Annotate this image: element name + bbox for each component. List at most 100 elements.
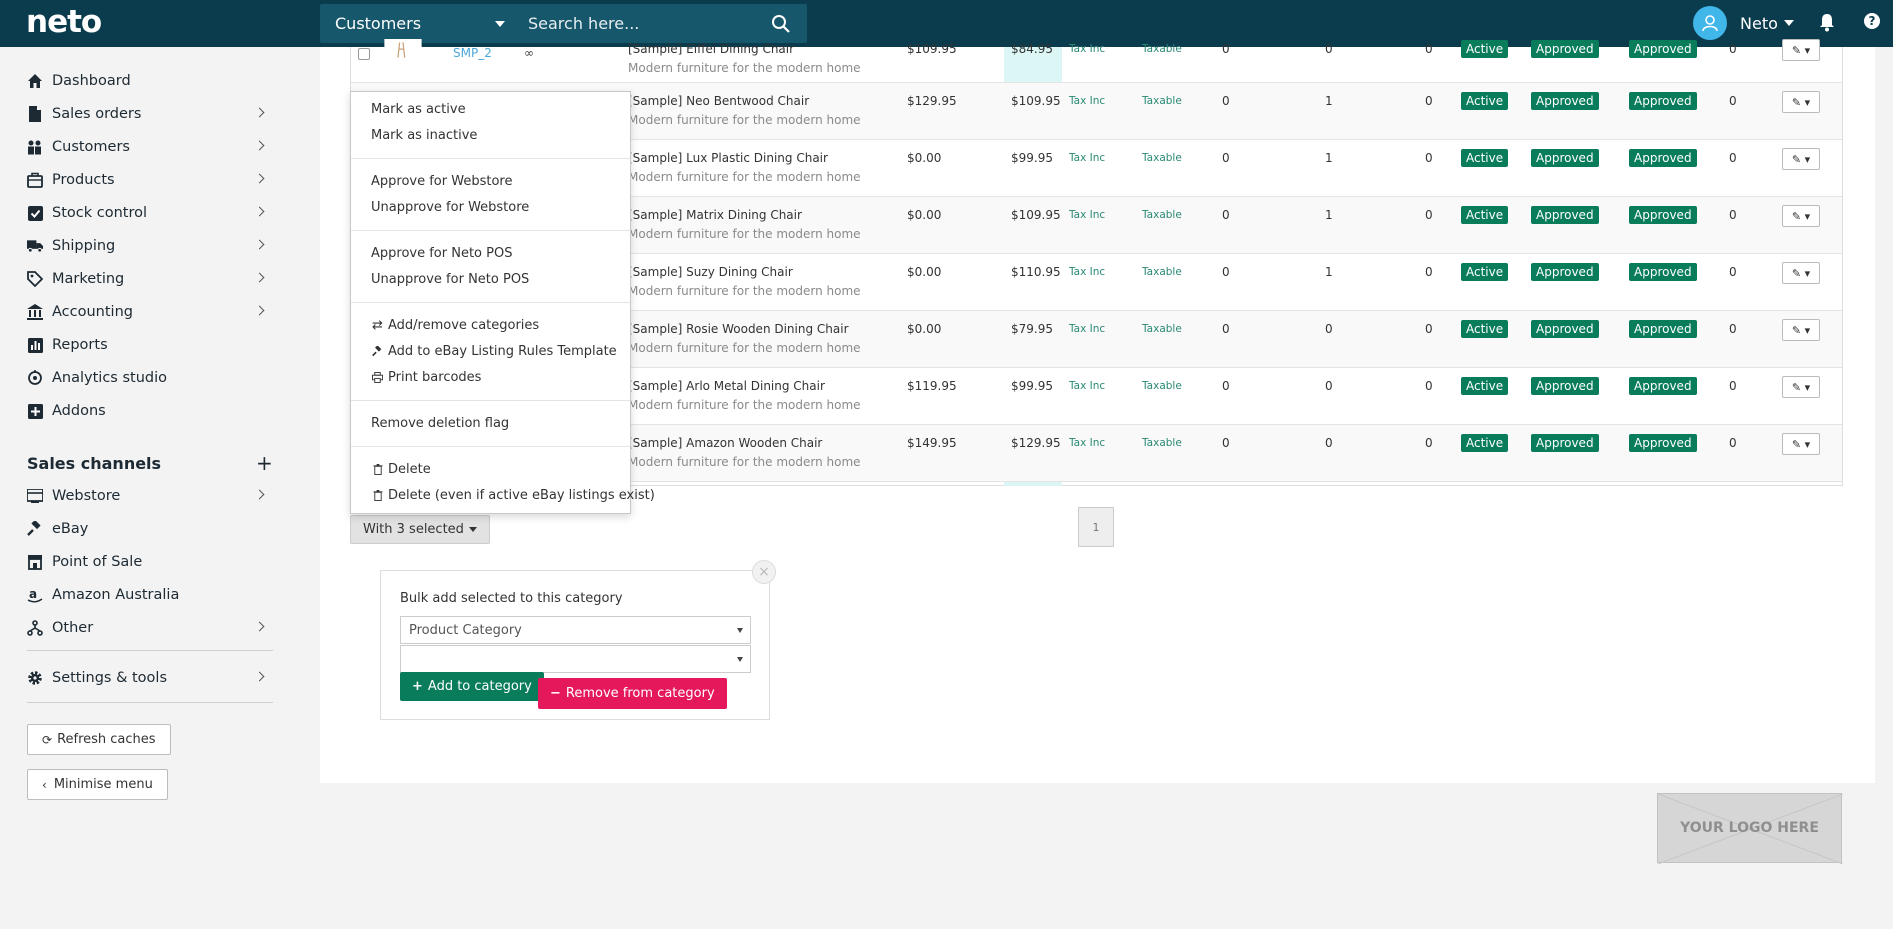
sidebar-item-stock-control[interactable]: Stock control (27, 201, 273, 225)
chevron-right-icon (254, 107, 265, 118)
sidebar-item-products[interactable]: Products (27, 168, 273, 192)
sidebar-item-ebay[interactable]: eBay (27, 517, 273, 541)
edit-button[interactable]: ✎ ▾ (1782, 376, 1820, 398)
search-icon[interactable] (771, 14, 791, 34)
edit-button[interactable]: ✎ ▾ (1782, 148, 1820, 170)
approved-badge: Approved (1629, 377, 1697, 395)
status-badge: Active (1461, 377, 1509, 395)
qty-4: 0 (1729, 151, 1737, 165)
minimise-menu-button[interactable]: ‹ Minimise menu (27, 769, 168, 800)
refresh-caches-button[interactable]: ⟳ Refresh caches (27, 724, 171, 755)
bell-icon[interactable] (1818, 13, 1836, 32)
avatar[interactable] (1693, 6, 1727, 40)
sidebar-item-marketing[interactable]: Marketing (27, 267, 273, 291)
menu-item-unapprove-pos[interactable]: Unapprove for Neto POS (371, 272, 529, 287)
search-type-select[interactable]: Customers (320, 4, 515, 43)
menu-item-delete[interactable]: Delete (371, 462, 431, 477)
menu-item-remove-deletion-flag[interactable]: Remove deletion flag (371, 416, 509, 431)
edit-icon: ✎ ▾ (1791, 266, 1811, 280)
qty-3: 0 (1425, 379, 1433, 393)
qty-2: 0 (1325, 42, 1333, 56)
product-thumbnail[interactable] (381, 39, 425, 61)
status-badge: Active (1461, 206, 1509, 224)
price: $109.95 (1011, 94, 1061, 108)
sidebar-item-label: Marketing (52, 271, 125, 287)
menu-item-approve-webstore[interactable]: Approve for Webstore (371, 174, 512, 189)
sidebar-item-other[interactable]: Other (27, 616, 273, 640)
sidebar-item-point-of-sale[interactable]: Point of Sale (27, 550, 273, 574)
product-name[interactable]: [Sample] Amazon Wooden Chair (628, 436, 822, 450)
sku-link[interactable]: SMP_2 (453, 46, 492, 60)
print-icon (371, 372, 384, 383)
product-name[interactable]: [Sample] Neo Bentwood Chair (628, 94, 809, 108)
edit-button[interactable]: ✎ ▾ (1782, 319, 1820, 341)
sidebar-item-accounting[interactable]: Accounting (27, 300, 273, 324)
sidebar-divider (27, 650, 273, 651)
product-name[interactable]: [Sample] Eiffel Dining Chair (628, 42, 794, 56)
sidebar-item-shipping[interactable]: Shipping (27, 234, 273, 258)
product-name[interactable]: [Sample] Suzy Dining Chair (628, 265, 793, 279)
rrp: $0.00 (907, 151, 942, 165)
sidebar-item-reports[interactable]: Reports (27, 333, 273, 357)
row-checkbox[interactable] (358, 48, 370, 60)
menu-item-add-remove-categories[interactable]: ⇄ Add/remove categories (371, 318, 539, 333)
search-input[interactable] (518, 4, 768, 43)
add-channel-icon[interactable]: + (256, 451, 273, 475)
chevron-right-icon (254, 173, 265, 184)
svg-text:a: a (29, 587, 37, 601)
menu-item-label: Add/remove categories (388, 318, 540, 333)
sidebar-item-addons[interactable]: Addons (27, 399, 273, 423)
page-button[interactable]: 1 (1078, 507, 1114, 547)
tax-inc: Tax Inc (1069, 266, 1106, 278)
chevron-right-icon (254, 206, 265, 217)
product-name[interactable]: [Sample] Lux Plastic Dining Chair (628, 151, 828, 165)
with-selected-button[interactable]: With 3 selected (350, 515, 490, 544)
taxable: Taxable (1142, 43, 1182, 55)
logo-placeholder: YOUR LOGO HERE (1657, 793, 1843, 864)
edit-button[interactable]: ✎ ▾ (1782, 91, 1820, 113)
edit-button[interactable]: ✎ ▾ (1782, 39, 1820, 61)
subcategory-select[interactable] (400, 645, 751, 673)
qty-1: 0 (1222, 208, 1230, 222)
menu-item-add-ebay-template[interactable]: Add to eBay Listing Rules Template (371, 344, 617, 359)
product-name[interactable]: [Sample] Arlo Metal Dining Chair (628, 379, 825, 393)
product-description: Modern furniture for the modern home (628, 284, 861, 298)
remove-from-category-button[interactable]: − Remove from category (538, 678, 727, 709)
edit-button[interactable]: ✎ ▾ (1782, 262, 1820, 284)
edit-icon: ✎ ▾ (1791, 152, 1811, 166)
table-row[interactable]: SMP_2 ∞ [Sample] Eiffel Dining Chair Mod… (351, 39, 1842, 83)
help-icon[interactable]: ? (1864, 13, 1880, 29)
menu-item-delete-force[interactable]: Delete (even if active eBay listings exi… (371, 488, 655, 503)
sidebar-item-customers[interactable]: Customers (27, 135, 273, 159)
add-to-category-button[interactable]: + Add to category (400, 672, 544, 701)
qty-4: 0 (1729, 265, 1737, 279)
product-name[interactable]: [Sample] Rosie Wooden Dining Chair (628, 322, 849, 336)
sidebar-item-analytics-studio[interactable]: Analytics studio (27, 366, 273, 390)
menu-item-approve-pos[interactable]: Approve for Neto POS (371, 246, 512, 261)
neto-logo[interactable]: neto (26, 4, 102, 40)
edit-button[interactable]: ✎ ▾ (1782, 205, 1820, 227)
sidebar-item-dashboard[interactable]: Dashboard (27, 69, 273, 93)
chevron-right-icon (254, 239, 265, 250)
qty-3: 0 (1425, 151, 1433, 165)
menu-item-mark-active[interactable]: Mark as active (371, 102, 466, 117)
category-select[interactable]: Product Category (400, 616, 751, 644)
product-name[interactable]: [Sample] Matrix Dining Chair (628, 208, 802, 222)
edit-button[interactable]: ✎ ▾ (1782, 433, 1820, 455)
menu-item-unapprove-webstore[interactable]: Unapprove for Webstore (371, 200, 529, 215)
qty-3: 0 (1425, 265, 1433, 279)
checkbox-icon (27, 205, 43, 221)
user-name[interactable]: Neto (1740, 14, 1778, 33)
sidebar-item-settings[interactable]: Settings & tools (27, 666, 273, 690)
sidebar-item-label: Webstore (52, 488, 121, 504)
menu-item-mark-inactive[interactable]: Mark as inactive (371, 128, 477, 143)
menu-item-print-barcodes[interactable]: Print barcodes (371, 370, 481, 385)
approved-badge: Approved (1629, 263, 1697, 281)
sidebar-item-sales-orders[interactable]: Sales orders (27, 102, 273, 126)
refresh-caches-label: Refresh caches (57, 732, 156, 747)
sidebar-item-webstore[interactable]: Webstore (27, 484, 273, 508)
close-icon[interactable]: × (752, 560, 776, 584)
tax-inc: Tax Inc (1069, 209, 1106, 221)
sidebar-item-amazon-australia[interactable]: a Amazon Australia (27, 583, 273, 607)
user-menu[interactable]: Neto (1693, 6, 1794, 40)
